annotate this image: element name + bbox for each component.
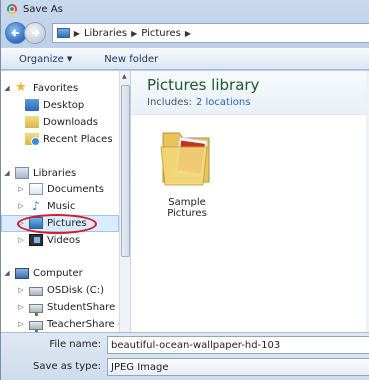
nav-favorites[interactable]: ◢ ★ Favorites [3, 80, 78, 96]
nav-item-label: Downloads [43, 116, 98, 128]
title-bar: Save As [1, 0, 369, 18]
desktop-icon [25, 99, 39, 111]
includes-label: Includes: [147, 97, 192, 108]
breadcrumb-pictures[interactable]: Pictures [141, 28, 181, 39]
navigation-scrollbar[interactable]: ▲ [119, 71, 130, 332]
nav-computer[interactable]: ◢ Computer [3, 265, 83, 281]
folder-tile[interactable]: Sample Pictures [147, 123, 227, 219]
nav-item-drive-t[interactable]: ▷ TeacherShare (T: [17, 316, 119, 332]
save-type-select[interactable]: JPEG Image [107, 358, 369, 376]
caret-down-icon: ▼ [66, 55, 73, 63]
nav-libraries-label: Libraries [33, 167, 77, 179]
nav-item-label: Music [47, 200, 76, 212]
filename-label: File name: [49, 339, 101, 350]
nav-item-recent-places[interactable]: Recent Places [25, 131, 113, 147]
recent-places-icon [25, 133, 40, 146]
library-includes: Includes: 2 locations [147, 97, 250, 108]
nav-item-drive-s[interactable]: ▷ StudentShare (S:) [17, 299, 119, 316]
filename-input[interactable]: beautiful-ocean-wallpaper-hd-103 [107, 336, 369, 354]
collapsed-triangle-icon[interactable]: ▷ [17, 185, 25, 193]
nav-item-label: TeacherShare (T: [47, 318, 119, 330]
network-drive-icon [29, 304, 43, 316]
nav-item-label: Desktop [43, 99, 85, 111]
expanded-triangle-icon[interactable]: ◢ [3, 84, 11, 92]
new-folder-label: New folder [104, 53, 159, 65]
videos-icon [29, 234, 43, 246]
libraries-icon [15, 167, 29, 179]
new-folder-button[interactable]: New folder [104, 54, 158, 65]
nav-item-label: Videos [47, 234, 81, 246]
library-header: Pictures library Includes: 2 locations [131, 71, 369, 115]
collapsed-triangle-icon[interactable]: ▷ [17, 286, 25, 294]
expanded-triangle-icon[interactable]: ◢ [3, 269, 11, 277]
downloads-folder-icon [25, 116, 39, 128]
collapsed-triangle-icon[interactable]: ▷ [17, 303, 25, 311]
nav-item-label: StudentShare (S:) [47, 301, 119, 313]
nav-item-music[interactable]: ▷ ♪ Music [17, 198, 75, 214]
nav-item-desktop[interactable]: Desktop [25, 97, 84, 113]
nav-item-documents[interactable]: ▷ Documents [17, 181, 104, 197]
scrollbar-thumb[interactable] [121, 85, 130, 257]
navigation-pane: ◢ ★ Favorites Desktop Downloads Recent P… [1, 71, 119, 332]
documents-icon [29, 183, 43, 195]
breadcrumb-libraries[interactable]: Libraries [84, 28, 127, 39]
folder-with-photo-icon [160, 132, 210, 186]
address-bar[interactable]: ▶ Libraries ▶ Pictures ▶ [51, 23, 369, 43]
chrome-icon [7, 4, 17, 14]
collapsed-triangle-icon[interactable]: ▷ [17, 320, 25, 328]
nav-item-downloads[interactable]: Downloads [25, 114, 98, 130]
library-icon [56, 28, 70, 38]
organize-label: Organize [19, 53, 64, 65]
scroll-up-icon[interactable]: ▲ [122, 73, 127, 80]
command-bar: Organize ▼ New folder [1, 48, 369, 70]
nav-libraries[interactable]: ◢ Libraries [3, 165, 76, 181]
nav-computer-label: Computer [33, 267, 83, 279]
folder-label: Sample Pictures [167, 197, 207, 219]
nav-item-label: Recent Places [43, 133, 113, 145]
save-fields: File name: beautiful-ocean-wallpaper-hd-… [1, 332, 369, 380]
collapsed-triangle-icon[interactable]: ▷ [17, 236, 25, 244]
music-note-icon: ♪ [32, 199, 40, 213]
red-annotation-ellipse [17, 214, 97, 234]
chevron-right-icon[interactable]: ▶ [74, 29, 80, 38]
star-icon: ★ [15, 80, 27, 95]
save-type-label: Save as type: [33, 361, 101, 372]
nav-favorites-label: Favorites [33, 82, 79, 94]
nav-item-drive-c[interactable]: ▷ OSDisk (C:) [17, 282, 104, 298]
nav-item-videos[interactable]: ▷ Videos [17, 232, 80, 248]
collapsed-triangle-icon[interactable]: ▷ [17, 202, 25, 210]
address-row: ▶ Libraries ▶ Pictures ▶ [1, 20, 369, 46]
window-title: Save As [23, 3, 63, 15]
includes-locations-link[interactable]: 2 locations [196, 97, 250, 108]
content-pane: Pictures library Includes: 2 locations Sa… [131, 71, 369, 332]
nav-item-label: OSDisk (C:) [47, 284, 105, 296]
forward-button[interactable] [23, 22, 46, 44]
save-as-dialog: Save As ▶ Libraries ▶ Pictures ▶ Organiz… [0, 0, 369, 380]
nav-item-label: Documents [47, 183, 105, 195]
arrow-right-icon [31, 29, 40, 37]
arrow-left-icon [11, 29, 19, 37]
chevron-right-icon[interactable]: ▶ [185, 29, 191, 38]
organize-button[interactable]: Organize ▼ [19, 54, 72, 65]
chevron-right-icon[interactable]: ▶ [131, 29, 137, 38]
hard-drive-icon [29, 287, 43, 296]
expanded-triangle-icon[interactable]: ◢ [3, 169, 11, 177]
computer-icon [15, 267, 29, 279]
library-title: Pictures library [147, 76, 260, 94]
network-drive-icon [29, 321, 43, 332]
